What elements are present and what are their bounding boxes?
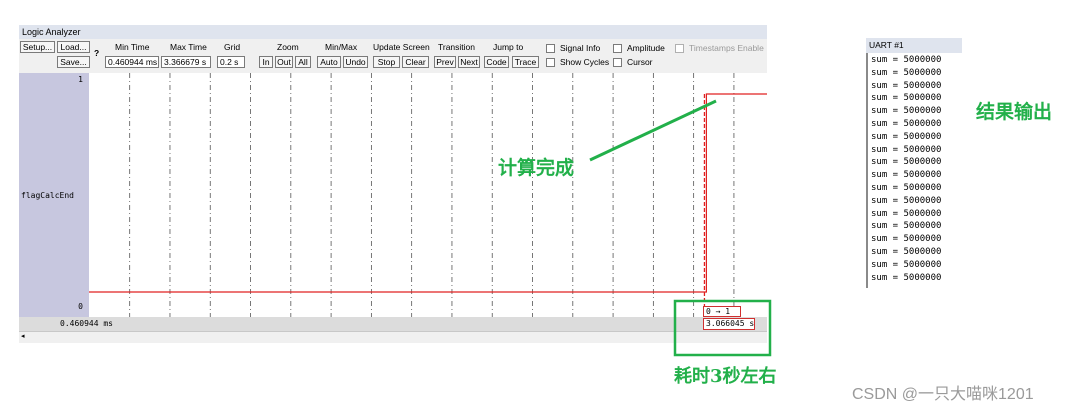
watermark: CSDN @一只大喵咪1201 [852,386,1034,403]
uart-line: sum = 5000000 [871,234,942,245]
uart-window: UART #1 sum = 5000000 sum = 5000000 sum = … [866,38,962,288]
uart-line: sum = 5000000 [871,80,942,91]
uart-output[interactable]: sum = 5000000 sum = 5000000 sum = 5000000 s… [866,53,962,288]
uart-line: sum = 5000000 [871,157,942,168]
uart-line: sum = 5000000 [871,144,942,155]
uart-line: sum = 5000000 [871,259,942,270]
uart-title: UART #1 [866,38,962,53]
time-taken-annotation: 耗时3秒左右 [674,366,777,387]
uart-line: sum = 5000000 [871,170,942,181]
uart-line: sum = 5000000 [871,221,942,232]
uart-line: sum = 5000000 [871,106,942,117]
uart-line: sum = 5000000 [871,55,942,65]
uart-line: sum = 5000000 [871,183,942,193]
calc-done-annotation: 计算完成 [498,157,575,179]
uart-line: sum = 5000000 [871,208,942,219]
uart-line: sum = 5000000 [871,247,942,257]
uart-line: sum = 5000000 [871,93,942,104]
uart-line: sum = 5000000 [871,67,942,78]
uart-line: sum = 5000000 [871,195,942,206]
highlight-box [673,299,772,357]
arrow-line [589,99,717,162]
result-output-annotation: 结果输出 [976,101,1053,123]
uart-line: sum = 5000000 [871,272,942,283]
uart-line: sum = 5000000 [871,119,942,129]
uart-line: sum = 5000000 [871,131,942,142]
